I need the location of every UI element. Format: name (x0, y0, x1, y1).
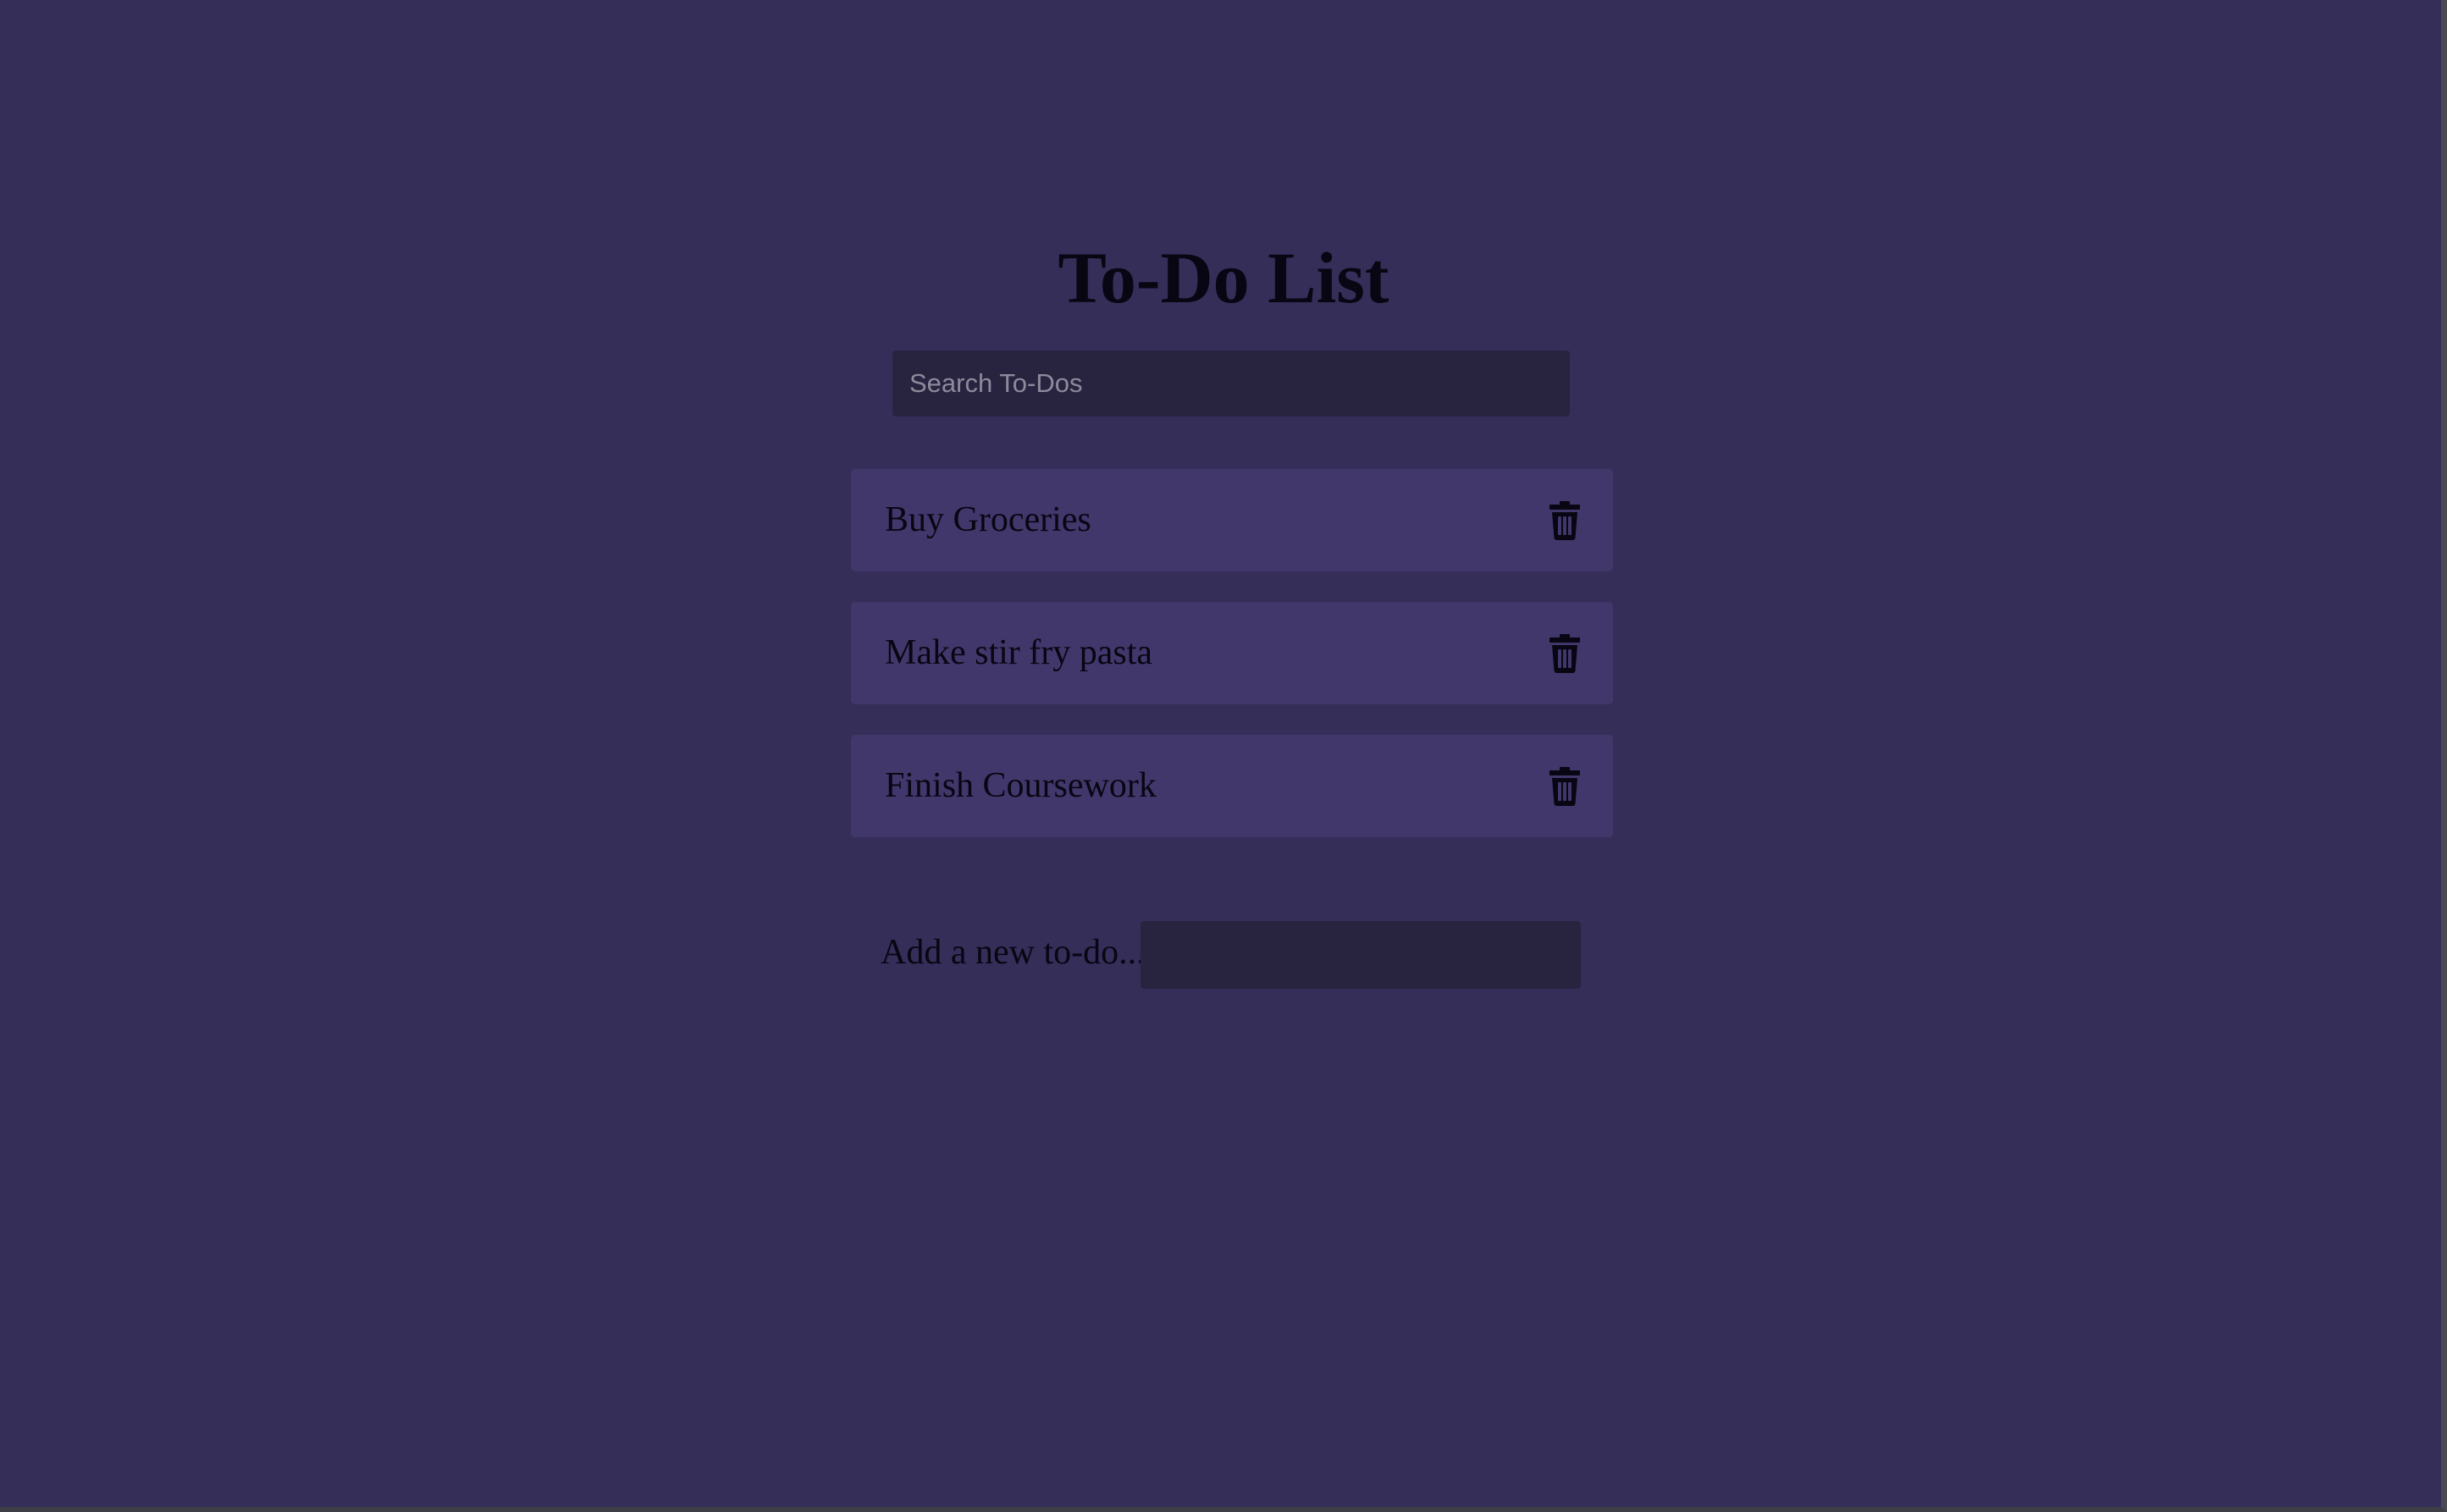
page-background: To-Do List Buy Groceries Make stir fry p… (0, 0, 2447, 1512)
todo-text: Finish Coursework (885, 766, 1157, 805)
trash-icon[interactable] (1549, 634, 1581, 673)
trash-icon[interactable] (1549, 501, 1581, 540)
add-todo-label: Add a new to-do... (881, 933, 1146, 972)
todo-item: Make stir fry pasta (851, 602, 1613, 704)
todo-item: Finish Coursework (851, 735, 1613, 837)
add-todo-input[interactable] (1141, 921, 1581, 989)
todo-text: Make stir fry pasta (885, 633, 1153, 672)
todo-text: Buy Groceries (885, 500, 1091, 539)
page-title: To-Do List (1058, 237, 1389, 318)
trash-icon[interactable] (1549, 767, 1581, 806)
todo-item: Buy Groceries (851, 469, 1613, 571)
search-input[interactable] (892, 350, 1570, 417)
